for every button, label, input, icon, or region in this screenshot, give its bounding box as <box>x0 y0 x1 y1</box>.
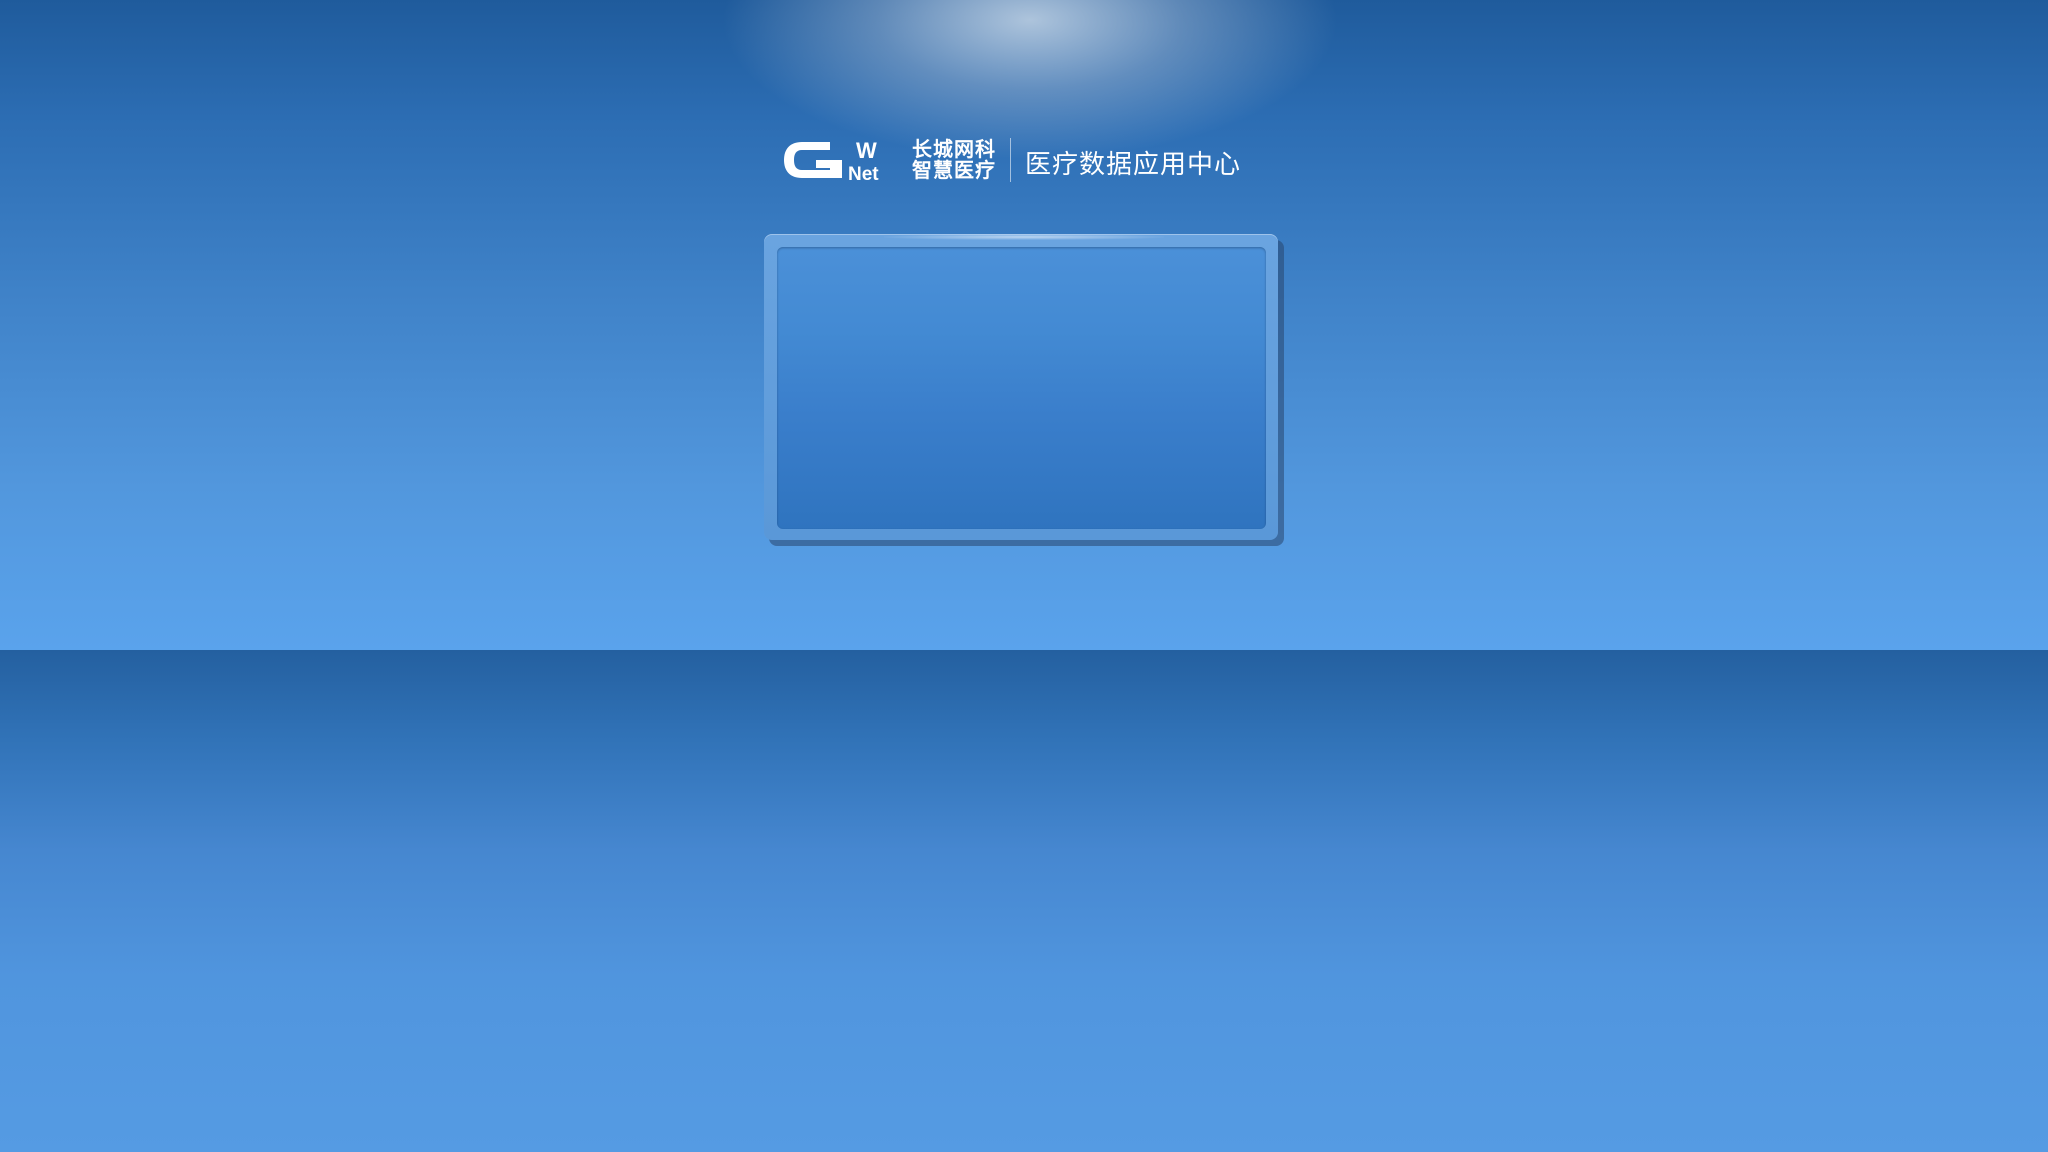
company-line-1: 长城网科 <box>912 137 996 161</box>
floor-background <box>0 650 2048 1152</box>
company-line-2: 智慧医疗 <box>912 158 996 182</box>
logo-text-top: W <box>856 138 877 163</box>
gwnet-logo-icon: W Net <box>784 138 879 185</box>
brand-divider <box>1010 138 1011 182</box>
login-panel-content <box>777 247 1266 529</box>
login-panel <box>764 234 1278 540</box>
company-name: 长城网科 智慧医疗 <box>912 139 996 181</box>
system-title: 医疗数据应用中心 <box>1025 149 1242 180</box>
login-page: W Net 长城网科 智慧医疗 医疗数据应用中心 <box>0 0 2048 1152</box>
brand-header: W Net 长城网科 智慧医疗 医疗数据应用中心 <box>780 132 1241 188</box>
logo-text-bottom: Net <box>848 164 879 185</box>
